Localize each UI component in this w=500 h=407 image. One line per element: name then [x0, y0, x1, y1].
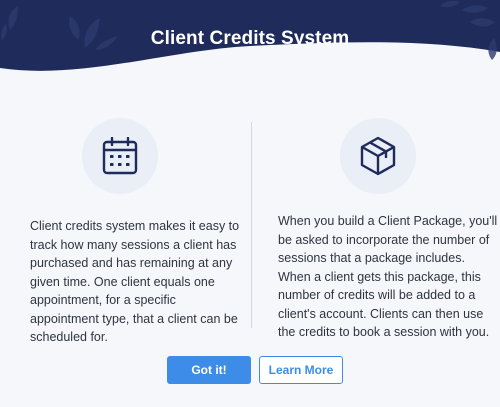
modal-header: Client Credits System [0, 0, 500, 110]
right-column: When you build a Client Package, you'll … [272, 118, 500, 342]
got-it-button[interactable]: Got it! [167, 356, 251, 384]
client-credits-modal: Client Credits System Client credits sys… [0, 0, 500, 407]
header-wave-background [0, 0, 500, 71]
column-divider [251, 122, 252, 328]
calendar-icon-circle [82, 118, 158, 194]
calendar-icon [102, 137, 138, 175]
right-description: When you build a Client Package, you'll … [278, 214, 498, 339]
learn-more-button[interactable]: Learn More [259, 356, 343, 384]
package-box-icon [360, 136, 396, 176]
modal-title: Client Credits System [150, 28, 350, 49]
left-column: Client credits system makes it easy to t… [18, 118, 248, 347]
left-description: Client credits system makes it easy to t… [30, 219, 240, 344]
package-icon-circle [340, 118, 416, 194]
